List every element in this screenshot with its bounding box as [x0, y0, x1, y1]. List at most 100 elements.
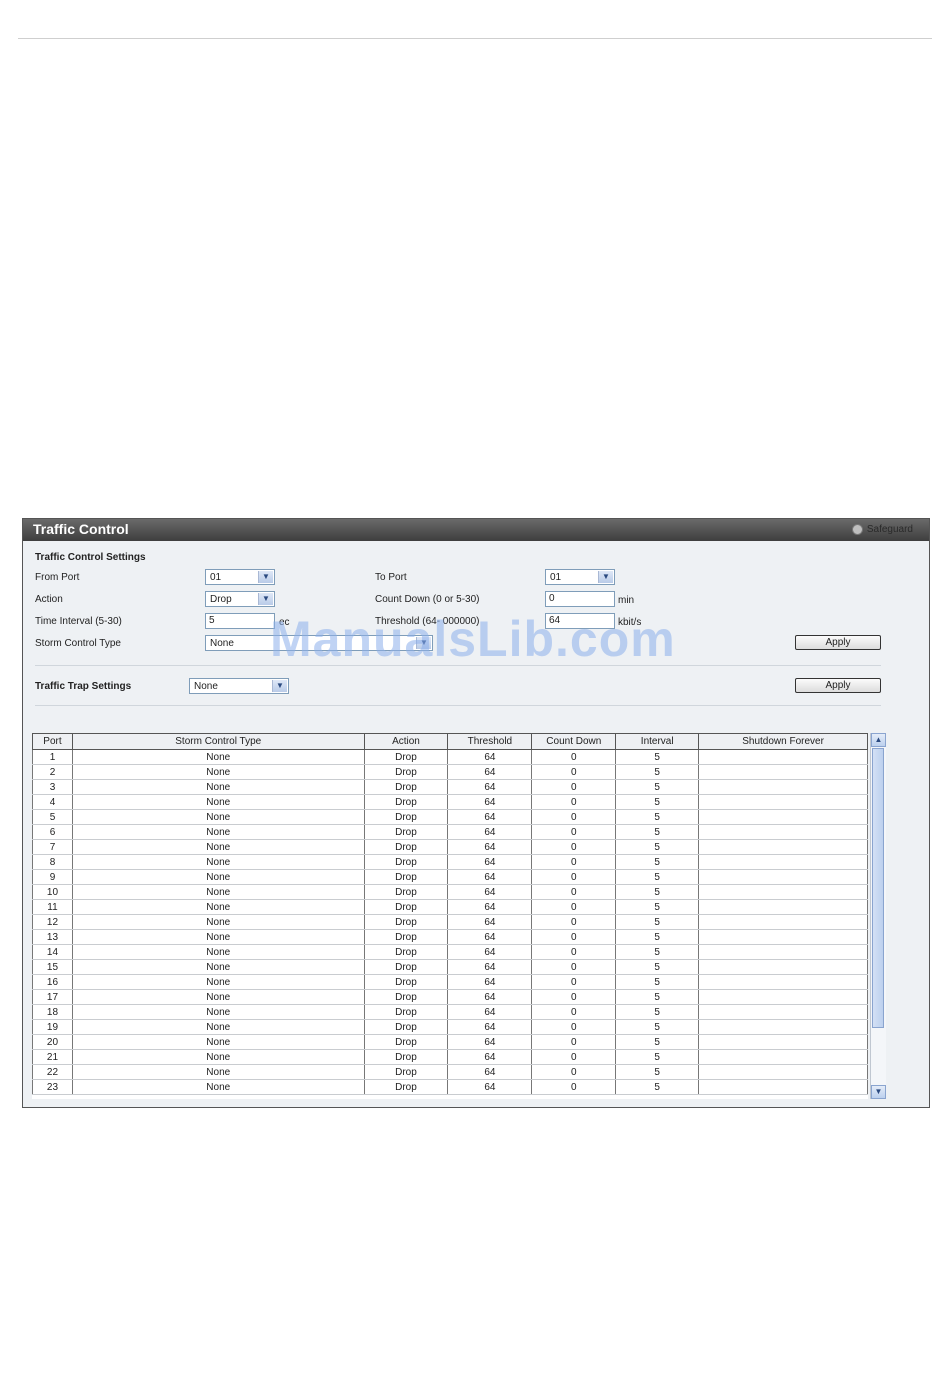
table-cell: None	[71, 1034, 365, 1050]
table-row: 21 None Drop 64 0 5	[32, 1049, 868, 1065]
table-cell	[698, 914, 868, 930]
table-cell: 5	[615, 899, 700, 915]
table-cell: 5	[615, 749, 700, 765]
table-cell	[698, 884, 868, 900]
settings-section-title: Traffic Control Settings	[35, 552, 146, 563]
table-row: 15 None Drop 64 0 5	[32, 959, 868, 975]
table-cell	[698, 824, 868, 840]
table-cell	[698, 899, 868, 915]
count-down-label: Count Down (0 or 5-30)	[375, 594, 480, 605]
table-cell: 0	[531, 914, 617, 930]
table-cell: 64	[447, 974, 533, 990]
to-port-select[interactable]: 01 ▼	[545, 569, 615, 585]
traffic-trap-select[interactable]: None ▼	[189, 678, 289, 694]
table-cell	[698, 1019, 868, 1035]
table-cell: 5	[615, 779, 700, 795]
table-cell: 4	[32, 794, 73, 810]
storm-control-type-label: Storm Control Type	[35, 638, 121, 649]
safeguard-label: Safeguard	[866, 524, 913, 535]
chevron-down-icon[interactable]: ▼	[258, 593, 273, 605]
scrollbar-thumb[interactable]	[872, 748, 884, 1028]
table-cell: None	[71, 764, 365, 780]
table-cell	[698, 1034, 868, 1050]
table-row: 2 None Drop 64 0 5	[32, 764, 868, 780]
table-cell	[698, 749, 868, 765]
table-cell: Drop	[363, 929, 449, 945]
column-header: Count Down	[531, 733, 617, 750]
table-cell: 5	[615, 1064, 700, 1080]
action-label: Action	[35, 594, 63, 605]
table-cell: 5	[615, 929, 700, 945]
table-header-row: Port Storm Control Type Action Threshold…	[32, 733, 868, 750]
table-cell: 0	[531, 779, 617, 795]
table-cell: 64	[447, 1079, 533, 1095]
table-cell: 5	[615, 854, 700, 870]
table-cell	[698, 944, 868, 960]
table-cell: 9	[32, 869, 73, 885]
table-row: 19 None Drop 64 0 5	[32, 1019, 868, 1035]
table-cell: 5	[32, 809, 73, 825]
count-down-input[interactable]: 0	[545, 591, 615, 607]
chevron-down-icon[interactable]: ▼	[258, 571, 273, 583]
column-header: Port	[32, 733, 73, 750]
from-port-value: 01	[210, 572, 222, 583]
table-cell: 5	[615, 809, 700, 825]
table-cell: 64	[447, 854, 533, 870]
table-cell: 0	[531, 989, 617, 1005]
table-cell: 5	[615, 959, 700, 975]
table-cell: None	[71, 824, 365, 840]
table-cell: 64	[447, 749, 533, 765]
table-cell: Drop	[363, 749, 449, 765]
table-cell: 0	[531, 794, 617, 810]
traffic-trap-value: None	[194, 681, 218, 692]
from-port-select[interactable]: 01 ▼	[205, 569, 275, 585]
table-row: 18 None Drop 64 0 5	[32, 1004, 868, 1020]
arrow-down-icon[interactable]: ▼	[871, 1085, 886, 1099]
table-row: 5 None Drop 64 0 5	[32, 809, 868, 825]
table-cell: None	[71, 899, 365, 915]
table-cell: Drop	[363, 794, 449, 810]
table-cell: 0	[531, 839, 617, 855]
table-cell: 1	[32, 749, 73, 765]
table-cell: 5	[615, 884, 700, 900]
table-row: 8 None Drop 64 0 5	[32, 854, 868, 870]
table-cell: 13	[32, 929, 73, 945]
table-cell: 19	[32, 1019, 73, 1035]
table-scrollbar[interactable]: ▲ ▼	[870, 733, 886, 1099]
arrow-up-icon[interactable]: ▲	[871, 733, 886, 747]
table-cell: Drop	[363, 914, 449, 930]
table-cell: 5	[615, 1049, 700, 1065]
table-row: 14 None Drop 64 0 5	[32, 944, 868, 960]
table-cell: 5	[615, 824, 700, 840]
table-cell: 0	[531, 764, 617, 780]
table-cell: Drop	[363, 959, 449, 975]
table-cell: 0	[531, 959, 617, 975]
table-cell: 64	[447, 1019, 533, 1035]
status-dot-icon	[851, 524, 863, 535]
table-cell: Drop	[363, 899, 449, 915]
time-interval-input[interactable]: 5	[205, 613, 275, 629]
table-cell: 64	[447, 1049, 533, 1065]
table-cell: 64	[447, 1034, 533, 1050]
chevron-down-icon[interactable]: ▼	[598, 571, 613, 583]
table-cell: Drop	[363, 1034, 449, 1050]
table-cell: Drop	[363, 809, 449, 825]
table-row: 10 None Drop 64 0 5	[32, 884, 868, 900]
apply-settings-button[interactable]: Apply	[795, 635, 881, 650]
table-cell	[698, 1049, 868, 1065]
table-cell: 20	[32, 1034, 73, 1050]
table-cell: 5	[615, 914, 700, 930]
to-port-label: To Port	[375, 572, 407, 583]
table-cell: 64	[447, 989, 533, 1005]
apply-trap-button[interactable]: Apply	[795, 678, 881, 693]
table-cell: Drop	[363, 839, 449, 855]
table-cell: 5	[615, 989, 700, 1005]
table-cell: None	[71, 839, 365, 855]
table-cell: 5	[615, 869, 700, 885]
chevron-down-icon[interactable]: ▼	[272, 680, 287, 692]
table-cell	[698, 794, 868, 810]
action-select[interactable]: Drop ▼	[205, 591, 275, 607]
table-cell: 0	[531, 944, 617, 960]
table-cell: 15	[32, 959, 73, 975]
table-cell: Drop	[363, 974, 449, 990]
